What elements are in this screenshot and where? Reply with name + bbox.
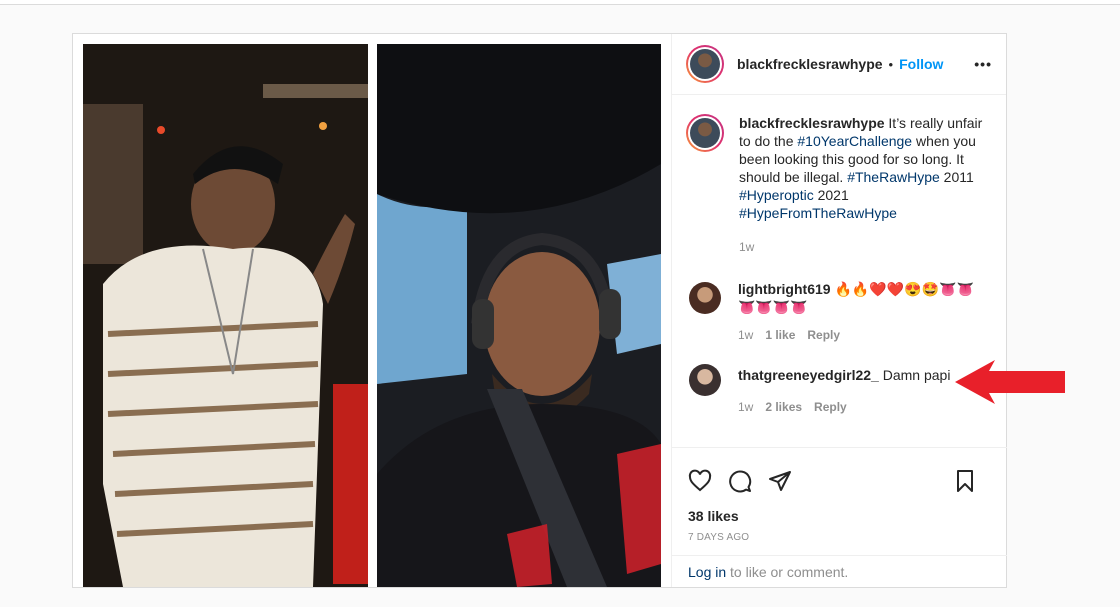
hashtag-hypefromtherawhype[interactable]: #HypeFromTheRawHype	[739, 205, 897, 221]
commenter-avatar[interactable]	[689, 364, 721, 396]
comment-likes[interactable]: 1 like	[765, 328, 795, 342]
arrow-annotation-icon	[955, 360, 1065, 404]
caption-text-3: 2011	[939, 169, 974, 185]
top-bar	[0, 0, 1120, 5]
bookmark-icon[interactable]	[953, 469, 977, 493]
photo-2021	[377, 44, 661, 587]
action-bar: 38 likes 7 DAYS AGO Log in to like or co…	[672, 447, 1007, 587]
reply-button[interactable]: Reply	[814, 400, 847, 414]
caption-avatar[interactable]	[686, 114, 724, 152]
photo-2011	[83, 44, 368, 587]
hashtag-therawhype[interactable]: #TheRawHype	[847, 169, 940, 185]
comment-username[interactable]: thatgreeneyedgirl22_	[738, 367, 879, 383]
post-panel: blackfrecklesrawhype • Follow ••• blackf…	[671, 34, 1007, 587]
post-date[interactable]: 7 DAYS AGO	[672, 524, 1007, 543]
comment-meta: 1w 1 like Reply	[738, 326, 993, 344]
share-icon[interactable]	[768, 469, 792, 493]
reply-button[interactable]: Reply	[807, 328, 840, 342]
more-icon[interactable]: •••	[974, 56, 992, 72]
separator-dot: •	[888, 56, 894, 72]
heart-icon[interactable]	[688, 469, 712, 493]
caption: blackfrecklesrawhype It’s really unfair …	[686, 114, 993, 256]
photo-2021-illustration	[377, 44, 661, 587]
login-prompt-text: to like or comment.	[726, 564, 849, 580]
caption-time[interactable]: 1w	[739, 240, 754, 254]
header-username[interactable]: blackfrecklesrawhype	[737, 56, 883, 72]
list-item: thatgreeneyedgirl22_ Damn papi 1w 2 likes…	[686, 362, 993, 416]
avatar[interactable]	[686, 45, 724, 83]
post-media[interactable]	[73, 34, 671, 587]
likes-count[interactable]: 38 likes	[672, 500, 1007, 524]
hashtag-hyperoptic[interactable]: #Hyperoptic	[739, 187, 814, 203]
caption-text-4: 2021	[813, 187, 849, 203]
comment-username[interactable]: lightbright619	[738, 281, 831, 297]
comment-time[interactable]: 1w	[738, 400, 753, 414]
login-link[interactable]: Log in	[688, 564, 726, 580]
list-item: lightbright619 🔥🔥❤️❤️😍🤩👅👅 👅👅👅👅 1w 1 like R…	[686, 280, 993, 344]
commenter-avatar[interactable]	[689, 282, 721, 314]
comment-icon[interactable]	[728, 469, 752, 493]
photo-2011-illustration	[83, 44, 368, 587]
login-prompt: Log in to like or comment.	[672, 555, 1007, 587]
comment-likes[interactable]: 2 likes	[765, 400, 802, 414]
caption-username[interactable]: blackfrecklesrawhype	[739, 115, 885, 131]
comment-time[interactable]: 1w	[738, 328, 753, 342]
post-card: blackfrecklesrawhype • Follow ••• blackf…	[72, 33, 1007, 588]
caption-meta: 1w	[739, 238, 993, 256]
hashtag-10yearchallenge[interactable]: #10YearChallenge	[797, 133, 912, 149]
post-header: blackfrecklesrawhype • Follow •••	[672, 34, 1006, 95]
follow-button[interactable]: Follow	[899, 56, 943, 72]
comment-text: Damn papi	[878, 367, 951, 383]
